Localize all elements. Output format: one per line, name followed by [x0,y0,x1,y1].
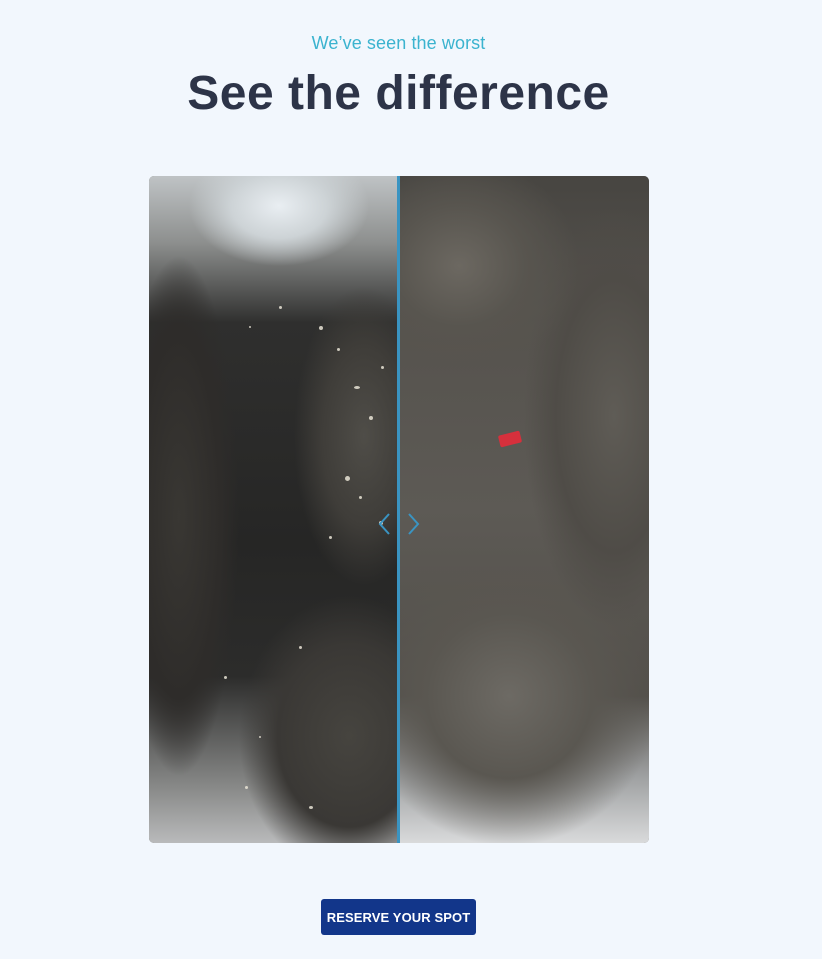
debris-speck [299,646,302,649]
debris-speck [337,348,340,351]
debris-speck [359,496,362,499]
debris-speck [309,806,313,809]
debris-speck [354,386,360,389]
debris-speck [329,536,332,539]
debris-speck [319,326,323,330]
slider-divider[interactable] [397,176,400,843]
debris-speck [381,366,384,369]
reserve-spot-button[interactable]: RESERVE YOUR SPOT [321,899,476,935]
section-title: See the difference [187,67,610,120]
before-after-slider[interactable] [149,176,649,843]
debris-speck [224,676,227,679]
chevron-left-right-icon[interactable] [375,511,423,537]
debris-speck [249,326,251,328]
debris-speck [345,476,350,481]
debris-speck [369,416,373,420]
debris-speck [279,306,282,309]
debris-speck [245,786,248,789]
after-image [399,176,649,843]
before-image [149,176,399,843]
section-eyebrow: We’ve seen the worst [311,33,486,53]
debris-speck [259,736,261,738]
